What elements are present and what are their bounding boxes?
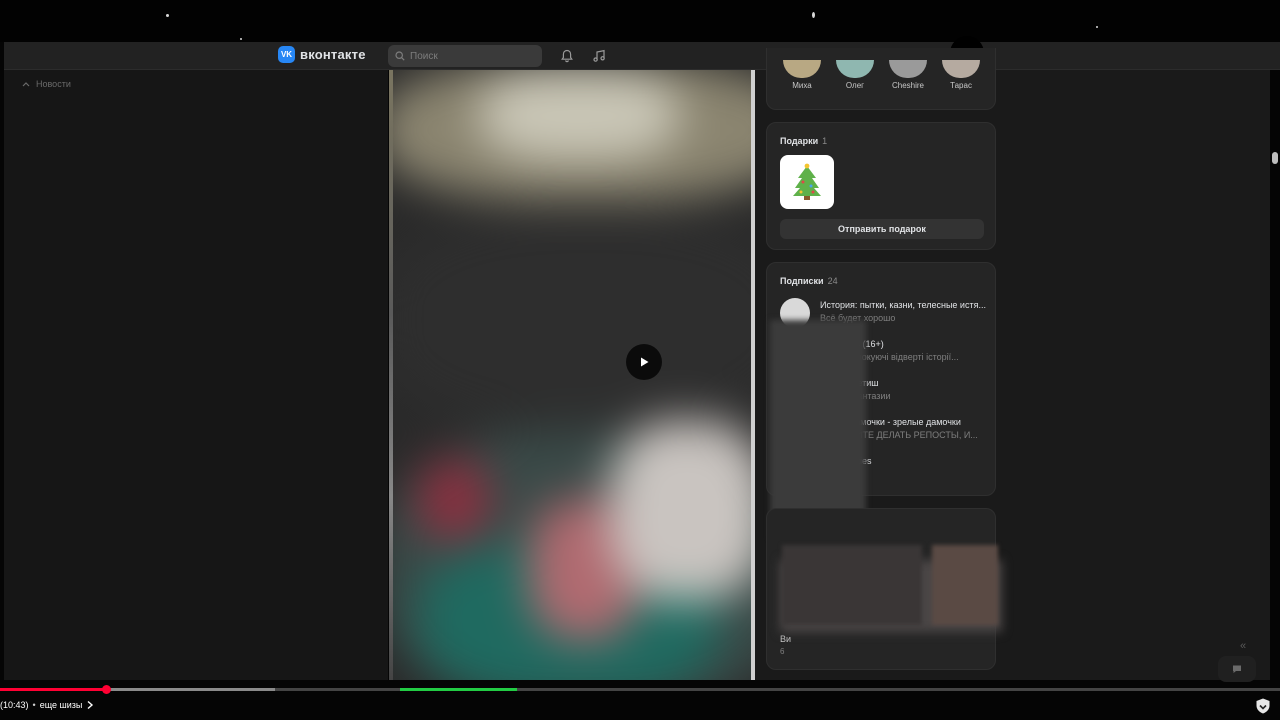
page-scrollbar[interactable] [1272, 152, 1278, 164]
vk-logo-text: вконтакте [300, 47, 366, 62]
photos-card-label: Ви [780, 634, 792, 644]
photos-card-count: 6 [780, 647, 785, 656]
friend-item[interactable]: Cheshire [883, 60, 933, 90]
video-frame: VK вконтакте Поиск Новости Миха Олег Che… [0, 0, 1280, 720]
letterbox-top [0, 0, 1280, 42]
search-icon [395, 51, 405, 61]
search-box[interactable] [388, 45, 542, 67]
friend-name: Cheshire [891, 81, 924, 90]
shield-icon[interactable] [1254, 697, 1272, 715]
vk-logo[interactable]: VK вконтакте [278, 46, 366, 63]
dust-speck [166, 14, 169, 17]
progress-sponsor-segment [400, 688, 517, 691]
gifts-card: Подарки 1 Отправить подарок [766, 122, 996, 250]
blur-region [389, 210, 755, 430]
friends-card: Миха Олег Cheshire Тарас [766, 48, 996, 110]
gifts-title-text: Подарки [780, 136, 819, 146]
chevron-right-icon[interactable] [86, 700, 94, 710]
current-time: (10:43) [0, 700, 29, 710]
subscription-name: ль (16+) [850, 339, 884, 349]
site-header: VK вконтакте [4, 42, 1280, 70]
blur-region [419, 460, 489, 540]
vk-logo-icon: VK [278, 46, 295, 63]
friend-avatar [836, 60, 874, 78]
gifts-count: 1 [822, 136, 828, 146]
photo-thumbnail[interactable] [932, 545, 998, 625]
friend-name: Тарас [950, 81, 972, 90]
left-navigation: Новости [4, 70, 388, 680]
nav-item-news[interactable]: Новости [22, 79, 71, 89]
music-icon[interactable] [590, 47, 608, 65]
play-button[interactable] [626, 344, 662, 380]
subscriptions-count: 24 [827, 276, 838, 286]
play-icon [641, 357, 649, 367]
blurred-video-frame [389, 70, 755, 680]
video-edge [389, 70, 393, 680]
progress-played [0, 688, 107, 691]
friend-avatar [942, 60, 980, 78]
bell-icon[interactable] [558, 47, 576, 65]
gift-item[interactable] [780, 155, 834, 209]
chat-button[interactable] [1218, 656, 1256, 682]
friend-item[interactable]: Тарас [936, 60, 986, 90]
subscriptions-title-text: Подписки [780, 276, 824, 286]
photo-thumbnail[interactable] [782, 545, 922, 625]
dust-speck [812, 12, 815, 18]
search-input[interactable] [410, 50, 530, 62]
friend-name: Миха [792, 81, 812, 90]
video-player[interactable] [389, 70, 755, 680]
subscription-name: дамочки - зрелые дамочки [850, 417, 961, 427]
friend-avatar [889, 60, 927, 78]
censor-blur [770, 320, 866, 538]
subscription-desc: АЙТЕ ДЕЛАТЬ РЕПОСТЫ, И... [850, 430, 978, 440]
subscription-name: История: пытки, казни, телесные истя... [820, 300, 986, 310]
nav-item-news-label: Новости [36, 79, 71, 89]
chevron-up-icon [22, 82, 30, 87]
dust-speck [240, 38, 242, 40]
chapter-separator: • [32, 700, 36, 710]
christmas-tree-icon [793, 163, 821, 200]
subscription-name: otties [850, 456, 1018, 466]
dust-speck [1096, 26, 1098, 28]
friend-avatar [783, 60, 821, 78]
chapter-title[interactable]: еще шизы [40, 700, 83, 710]
send-gift-button[interactable]: Отправить подарок [780, 219, 984, 239]
chat-icon [1233, 665, 1241, 673]
friend-name: Олег [845, 81, 865, 90]
subscription-name: фетиш [850, 378, 1018, 388]
friend-item[interactable]: Олег [830, 60, 880, 90]
video-progress-bar[interactable] [0, 685, 1280, 694]
friend-item[interactable]: Миха [777, 60, 827, 90]
blur-region [609, 420, 755, 600]
gifts-title[interactable]: Подарки 1 [780, 136, 827, 146]
collapse-icon[interactable]: « [1240, 640, 1246, 652]
blur-region [479, 70, 679, 160]
subscriptions-title[interactable]: Подписки 24 [780, 276, 838, 286]
subscription-desc: фантазии [850, 391, 891, 401]
player-time-row: (10:43) • еще шизы [0, 700, 94, 710]
friends-row: Миха Олег Cheshire Тарас [767, 60, 997, 100]
subscription-desc: і шокуючі відверті історії... [850, 352, 959, 362]
